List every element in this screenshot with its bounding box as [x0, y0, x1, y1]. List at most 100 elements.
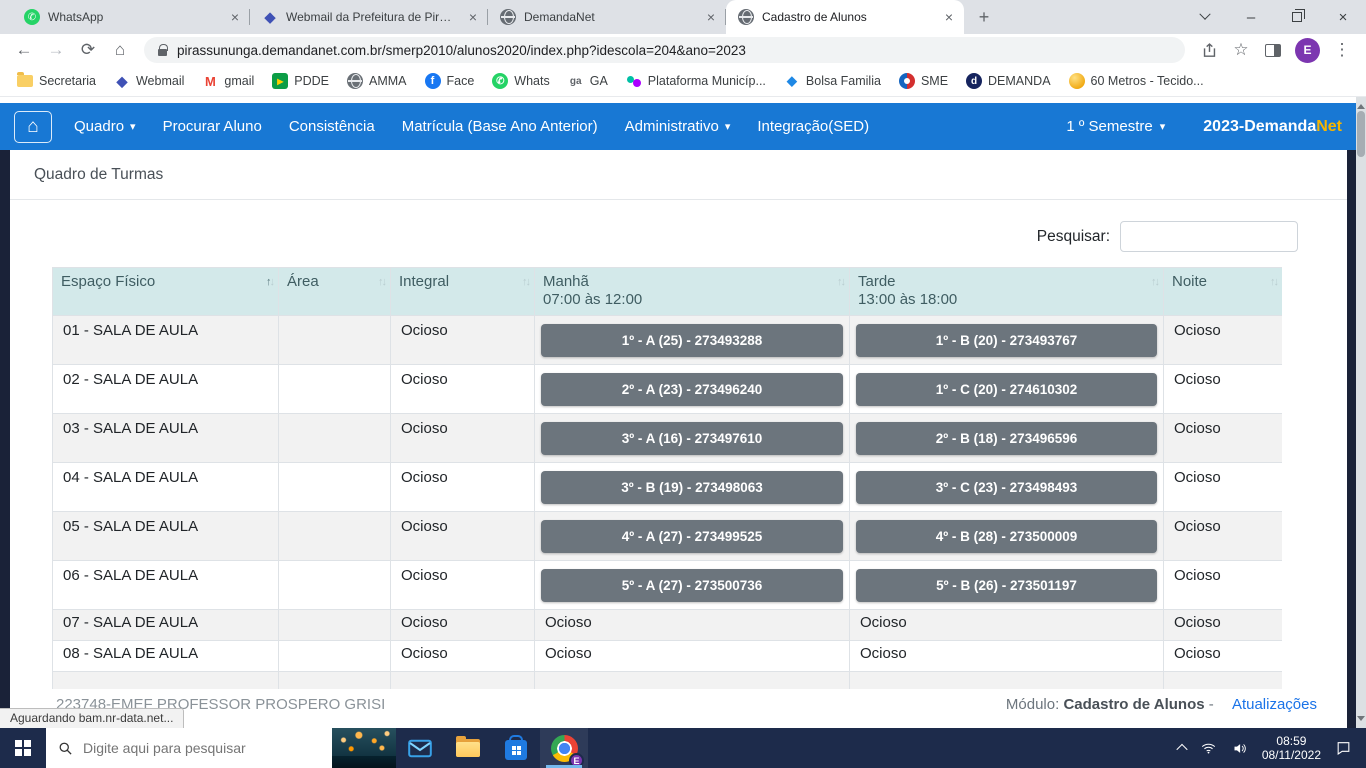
- gem-icon: ◆: [114, 73, 130, 89]
- turma-button[interactable]: 3º - B (19) - 273498063: [541, 471, 843, 504]
- forward-button[interactable]: →: [42, 36, 70, 64]
- tab-close-icon[interactable]: ×: [942, 9, 956, 25]
- taskbar-clock[interactable]: 08:59 08/11/2022: [1262, 734, 1321, 762]
- tray-chevron-up-icon[interactable]: [1176, 744, 1187, 755]
- bookmark-item-facebook[interactable]: f Face: [418, 70, 482, 92]
- turma-button[interactable]: 2º - A (23) - 273496240: [541, 373, 843, 406]
- new-tab-button[interactable]: +: [970, 3, 998, 31]
- volume-icon[interactable]: [1231, 741, 1248, 756]
- address-bar[interactable]: pirassununga.demandanet.com.br/smerp2010…: [144, 37, 1185, 63]
- bookmark-star-icon[interactable]: ☆: [1227, 36, 1255, 64]
- microsoft-store-icon[interactable]: [492, 728, 540, 768]
- profile-avatar[interactable]: E: [1295, 38, 1320, 63]
- column-header[interactable]: Espaço Físico ↑↓: [53, 268, 279, 316]
- taskbar-search[interactable]: [46, 728, 332, 768]
- nav-item-consist-ncia[interactable]: Consistência: [289, 118, 375, 135]
- bookmark-item-gem[interactable]: ◆ Webmail: [107, 70, 191, 92]
- search-input[interactable]: [1120, 221, 1298, 252]
- column-header[interactable]: Tarde 13:00 às 18:00 ↑↓: [850, 268, 1164, 316]
- cell-espaco: 01 - SALA DE AULA: [53, 316, 279, 365]
- turma-button[interactable]: 1º - A (25) - 273493288: [541, 324, 843, 357]
- nav-item-label: Administrativo: [625, 118, 719, 135]
- browser-tab[interactable]: ✆ WhatsApp ×: [12, 0, 250, 34]
- tab-title: Cadastro de Alunos: [762, 10, 934, 24]
- tab-search-button[interactable]: [1182, 0, 1228, 34]
- column-header[interactable]: Manhã 07:00 às 12:00 ↑↓: [535, 268, 850, 316]
- tab-close-icon[interactable]: ×: [466, 9, 480, 25]
- wifi-icon[interactable]: [1200, 741, 1217, 756]
- cell-manha: Ocioso: [535, 641, 850, 672]
- turma-button[interactable]: 4º - B (28) - 273500009: [856, 520, 1157, 553]
- cell-noite: Ocioso: [1164, 561, 1283, 610]
- semester-dropdown[interactable]: 1 º Semestre ▾: [1066, 118, 1165, 135]
- back-button[interactable]: ←: [10, 36, 38, 64]
- bookmark-item-folder[interactable]: Secretaria: [10, 71, 103, 91]
- taskbar-search-input[interactable]: [83, 740, 303, 756]
- cell-tarde: [850, 672, 1164, 690]
- tab-close-icon[interactable]: ×: [228, 9, 242, 25]
- side-panel-icon[interactable]: [1259, 36, 1287, 64]
- scrollbar-thumb[interactable]: [1357, 111, 1365, 157]
- chrome-app-icon[interactable]: E: [540, 728, 588, 768]
- nav-item-quadro[interactable]: Quadro ▾: [74, 118, 136, 135]
- turma-button[interactable]: 3º - C (23) - 273498493: [856, 471, 1157, 504]
- page-scrollbar[interactable]: [1356, 97, 1366, 728]
- turma-button[interactable]: 4º - A (27) - 273499525: [541, 520, 843, 553]
- bookmark-item-ga[interactable]: ga GA: [561, 70, 615, 92]
- bookmark-item-globe[interactable]: AMMA: [340, 70, 414, 92]
- sort-icon: ↑↓: [1270, 276, 1277, 288]
- turma-button[interactable]: 3º - A (16) - 273497610: [541, 422, 843, 455]
- menu-kebab-icon[interactable]: ⋮: [1328, 36, 1356, 64]
- nav-item-matr-cula-base-ano-anterior[interactable]: Matrícula (Base Ano Anterior): [402, 118, 598, 135]
- mail-app-icon[interactable]: [396, 728, 444, 768]
- bookmark-item-gmail[interactable]: M gmail: [195, 70, 261, 92]
- turma-button[interactable]: 2º - B (18) - 273496596: [856, 422, 1157, 455]
- sort-icon: ↑↓: [1151, 276, 1158, 288]
- nav-item-integra-o-sed[interactable]: Integração(SED): [757, 118, 869, 135]
- scroll-down-arrow[interactable]: [1357, 716, 1365, 725]
- browser-tab-strip: ✆ WhatsApp × ◆ Webmail da Prefeitura de …: [0, 0, 1366, 34]
- scroll-up-arrow[interactable]: [1357, 100, 1365, 109]
- minimize-button[interactable]: –: [1228, 0, 1274, 34]
- nav-home-button[interactable]: ⌂: [14, 111, 52, 143]
- start-button[interactable]: [0, 728, 46, 768]
- bookmark-item-dots[interactable]: Plataforma Municíp...: [619, 70, 773, 92]
- close-window-button[interactable]: ×: [1320, 0, 1366, 34]
- nav-item-procurar-aluno[interactable]: Procurar Aluno: [163, 118, 262, 135]
- turma-button[interactable]: 5º - A (27) - 273500736: [541, 569, 843, 602]
- brand-name: Demanda: [1244, 118, 1316, 135]
- cell-integral: Ocioso: [391, 512, 535, 561]
- browser-tab[interactable]: DemandaNet ×: [488, 0, 726, 34]
- turma-button[interactable]: 1º - C (20) - 274610302: [856, 373, 1157, 406]
- nav-item-administrativo[interactable]: Administrativo ▾: [625, 118, 731, 135]
- restore-button[interactable]: [1274, 0, 1320, 34]
- card-footer: 223748-EMEF PROFESSOR PROSPERO GRISI Mód…: [10, 690, 1347, 728]
- bookmark-item-coin[interactable]: 60 Metros - Tecido...: [1062, 70, 1211, 92]
- file-explorer-icon[interactable]: [444, 728, 492, 768]
- tab-close-icon[interactable]: ×: [704, 9, 718, 25]
- column-header[interactable]: Área ↑↓: [279, 268, 391, 316]
- browser-tab[interactable]: ◆ Webmail da Prefeitura de Pirassu ×: [250, 0, 488, 34]
- share-icon[interactable]: [1195, 36, 1223, 64]
- bookmark-label: PDDE: [294, 74, 329, 88]
- tab-title: Webmail da Prefeitura de Pirassu: [286, 10, 458, 24]
- column-header[interactable]: Integral ↑↓: [391, 268, 535, 316]
- reload-button[interactable]: ⟳: [74, 36, 102, 64]
- cell-espaco: [53, 672, 279, 690]
- home-button[interactable]: ⌂: [106, 36, 134, 64]
- cell-noite: Ocioso: [1164, 512, 1283, 561]
- bookmark-label: Plataforma Municíp...: [648, 74, 766, 88]
- bookmark-item-pdde[interactable]: ▶ PDDE: [265, 70, 336, 92]
- cell-tarde: 2º - B (18) - 273496596: [850, 414, 1164, 463]
- column-header[interactable]: Noite ↑↓: [1164, 268, 1283, 316]
- bookmark-item-diamond[interactable]: ◆ Bolsa Familia: [777, 70, 888, 92]
- browser-tab[interactable]: Cadastro de Alunos ×: [726, 0, 964, 34]
- turma-button[interactable]: 1º - B (20) - 273493767: [856, 324, 1157, 357]
- bookmark-item-sme[interactable]: SME: [892, 70, 955, 92]
- action-center-icon[interactable]: [1335, 740, 1352, 756]
- bookmark-item-whatsapp[interactable]: ✆ Whats: [485, 70, 556, 92]
- updates-link[interactable]: Atualizações: [1232, 696, 1317, 713]
- bookmark-item-demanda[interactable]: d DEMANDA: [959, 70, 1058, 92]
- turma-button[interactable]: 5º - B (26) - 273501197: [856, 569, 1157, 602]
- news-widget-thumbnail[interactable]: [332, 728, 396, 768]
